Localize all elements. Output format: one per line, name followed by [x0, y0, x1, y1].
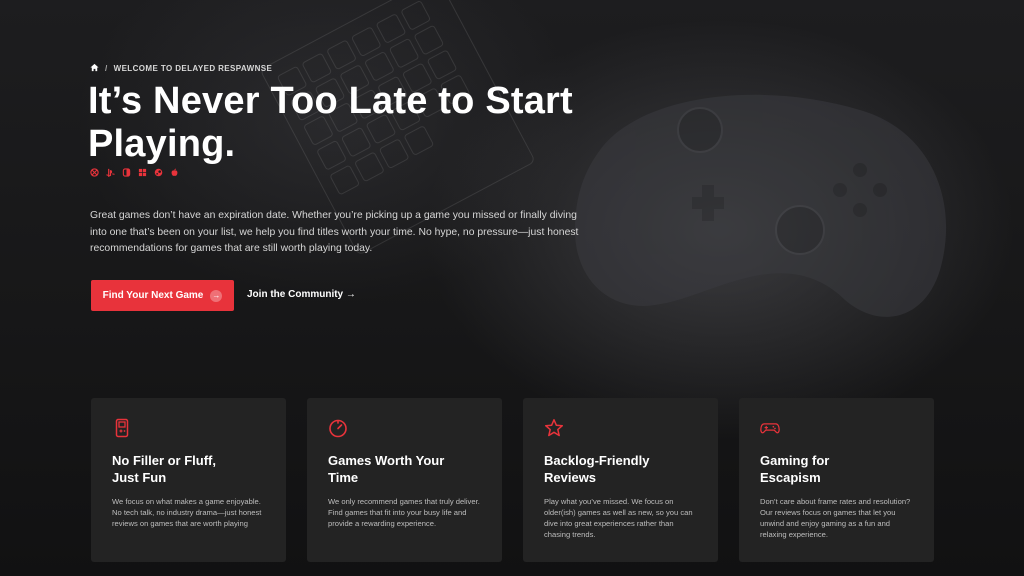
feature-body: We focus on what makes a game enjoyable.…: [112, 497, 262, 528]
feature-card: Games Worth Your Time We only recommend …: [307, 398, 502, 562]
star-icon: [544, 418, 564, 438]
steam-icon: [154, 168, 163, 177]
find-next-game-button[interactable]: Find Your Next Game →: [91, 280, 234, 311]
platform-icons: [90, 168, 179, 177]
gameboy-icon: [112, 418, 132, 438]
feature-body: Play what you’ve missed. We focus on old…: [544, 497, 693, 539]
gamepad-icon: [760, 418, 780, 438]
feature-title: Games Worth Your Time: [328, 453, 445, 485]
feature-card: No Filler or Fluff, Just Fun We focus on…: [91, 398, 286, 562]
home-icon[interactable]: [90, 63, 99, 74]
hero-headline: It’s Never Too Late to Start Playing.: [88, 80, 573, 165]
feature-title: No Filler or Fluff, Just Fun: [112, 453, 216, 485]
find-next-game-label: Find Your Next Game: [102, 290, 204, 301]
breadcrumb: / WELCOME TO DELAYED RESPAWNSE: [90, 63, 272, 74]
windows-icon: [138, 168, 147, 177]
timer-icon: [328, 418, 348, 438]
join-community-link[interactable]: Join the Community →: [247, 289, 356, 300]
playstation-icon: [106, 168, 115, 177]
arrow-right-circle-icon: →: [210, 289, 223, 302]
hero-intro-text: Great games don’t have an expiration dat…: [90, 210, 579, 254]
feature-body: We only recommend games that truly deliv…: [328, 497, 480, 528]
feature-cards: No Filler or Fluff, Just Fun We focus on…: [91, 398, 934, 562]
feature-card: Gaming for Escapism Don’t care about fra…: [739, 398, 934, 562]
feature-title: Gaming for Escapism: [760, 453, 830, 485]
feature-body: Don’t care about frame rates and resolut…: [760, 497, 911, 539]
nintendo-switch-icon: [122, 168, 131, 177]
apple-icon: [170, 168, 179, 177]
xbox-icon: [90, 168, 99, 177]
breadcrumb-current: WELCOME TO DELAYED RESPAWNSE: [113, 64, 273, 73]
feature-card: Backlog-Friendly Reviews Play what you’v…: [523, 398, 718, 562]
breadcrumb-separator: /: [105, 64, 108, 73]
feature-title: Backlog-Friendly Reviews: [544, 453, 650, 485]
